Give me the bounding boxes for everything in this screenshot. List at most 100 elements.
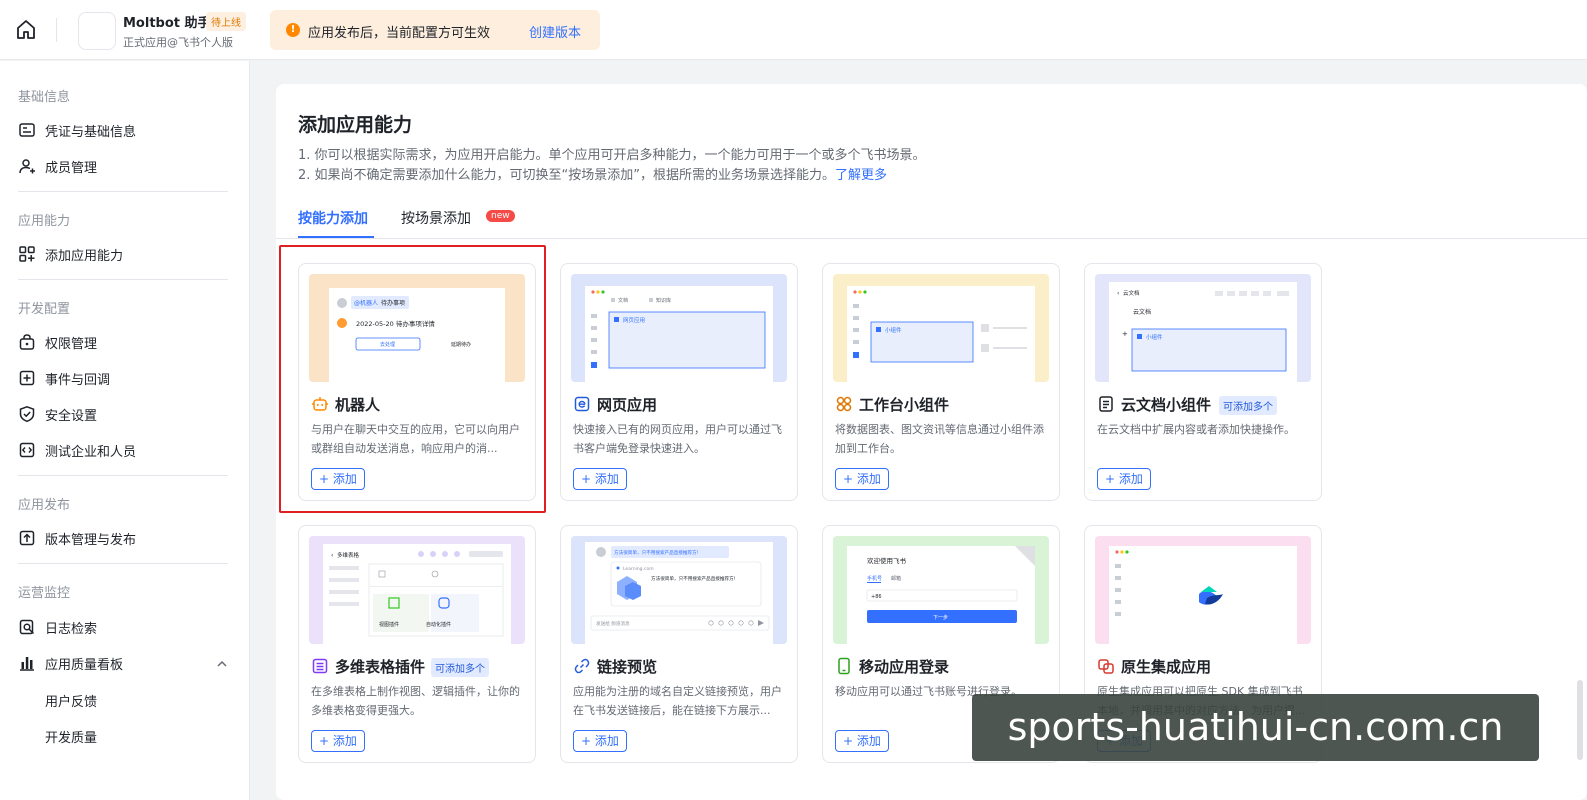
sidebar-item-label: 应用质量看板 [45,657,124,673]
svg-text:2022-05-20 待办事项详情: 2022-05-20 待办事项详情 [356,319,435,328]
sidebar-item-logs[interactable]: 日志检索 [18,613,228,641]
sidebar-divider [18,191,228,192]
robot-thumbnail: @机器人 待办事项 2022-05-20 待办事项详情 去处理 延期待办 [309,274,525,382]
svg-text:云文档: 云文档 [1123,289,1140,297]
svg-text:云文档: 云文档 [1133,308,1151,316]
link-icon [574,658,590,674]
sidebar-item-label: 测试企业和人员 [45,444,137,460]
description-line-1: 1. 你可以根据实际需求，为应用开启能力。单个应用可开启多种能力，一个能力可用于… [298,148,926,163]
sidebar: 基础信息 凭证与基础信息 成员管理 应用能力 添加应用能力 开发配置 权限管理 … [0,61,250,800]
card-description: 应用能为注册的域名自定义链接预览，用户在飞书发送链接后，能在链接下方展示... [573,685,782,717]
capability-card-robot[interactable]: @机器人 待办事项 2022-05-20 待办事项详情 去处理 延期待办 机器人… [298,263,536,501]
description-line-2: 2. 如果尚不确定需要添加什么能力，可切换至“按场景添加”，根据所需的业务场景选… [298,164,887,183]
svg-text:‹: ‹ [331,552,333,559]
grid-add-icon [19,246,35,262]
sidebar-item-add-capability[interactable]: 添加应用能力 [18,240,228,268]
card-title: 多维表格插件 [335,658,426,676]
link-preview-thumbnail: 方法很简单，只不用搜索产品直接推荐方! Learning.com 方法很简单，只… [571,536,787,644]
card-title: 链接预览 [597,658,658,676]
capability-card-web-app[interactable]: 文档 知识库 网页应用 网页应用 快速接入已有的网页应用，用户可以通过飞书客户端… [560,263,798,501]
card-description: 在云文档中扩展内容或者添加快捷操作。 [1097,423,1295,436]
sidebar-item-label: 事件与回调 [45,372,111,388]
mobile-icon [838,657,850,675]
sidebar-item-events[interactable]: 事件与回调 [18,364,228,392]
capability-card-link-preview[interactable]: 方法很简单，只不用搜索产品直接推荐方! Learning.com 方法很简单，只… [560,525,798,763]
capability-card-doc-widget[interactable]: ‹ 云文档 云文档 + 小组件 云文档小组件 可添加多个 在云文档中扩展内容或者… [1084,263,1322,501]
sidebar-item-label: 日志检索 [45,621,98,637]
sidebar-item-label: 凭证与基础信息 [45,124,137,140]
sidebar-item-security[interactable]: 安全设置 [18,400,228,428]
bar-chart-icon [20,657,34,671]
svg-text:小组件: 小组件 [885,326,902,334]
workplace-widget-thumbnail: 小组件 [833,274,1049,382]
sidebar-item-versions[interactable]: 版本管理与发布 [18,524,228,552]
app-subtitle: 正式应用@飞书个人版 [123,36,233,49]
card-description: 将数据图表、图文资讯等信息通过小组件添加到工作台。 [835,423,1044,455]
sidebar-item-permissions[interactable]: 权限管理 [18,328,228,356]
create-version-link[interactable]: 创建版本 [529,22,581,41]
home-icon[interactable] [14,18,38,42]
base-plugin-thumbnail: ‹ 多维表格 视图插件 自动化插件 [309,536,525,644]
sidebar-subitem-feedback[interactable]: 用户反馈 [45,691,97,710]
web-e-icon [574,396,590,412]
card-title: 网页应用 [597,396,658,414]
card-description: 快速接入已有的网页应用，用户可以通过飞书客户端免登录快速进入。 [573,423,782,455]
robot-icon [312,397,328,411]
tab-active-indicator [298,236,374,238]
add-base-plugin-button[interactable]: + 添加 [311,730,365,752]
sidebar-divider [18,563,228,564]
capability-card-workplace-widget[interactable]: 小组件 工作台小组件 将数据图表、图文资讯等信息通过小组件添加到工作台。 + 添… [822,263,1060,501]
warning-icon: ! [286,23,300,37]
capability-card-base-plugin[interactable]: ‹ 多维表格 视图插件 自动化插件 多维表格插件 可添加多个 在多维表格上制作视… [298,525,536,763]
sidebar-item-label: 添加应用能力 [45,248,124,264]
svg-text:+86: +86 [871,594,882,600]
svg-text:待办事项: 待办事项 [381,299,405,307]
svg-text:发送给 频道消息: 发送给 频道消息 [596,620,630,627]
add-doc-widget-button[interactable]: + 添加 [1097,468,1151,490]
multi-add-badge: 可添加多个 [431,658,489,677]
shield-icon [19,406,35,423]
doc-icon [1099,396,1113,412]
page-title: 添加应用能力 [298,114,413,136]
event-icon [19,370,35,386]
sidebar-item-credentials[interactable]: 凭证与基础信息 [18,116,228,144]
section-title-dev: 开发配置 [18,302,71,317]
sidebar-item-members[interactable]: 成员管理 [18,152,228,180]
card-description: 在多维表格上制作视图、逻辑插件，让你的多维表格变得更强大。 [311,685,520,717]
svg-text:方法很简单，只不用搜索产品直接推荐方!: 方法很简单，只不用搜索产品直接推荐方! [651,575,736,582]
add-workplace-widget-button[interactable]: + 添加 [835,468,889,490]
add-robot-button[interactable]: + 添加 [311,468,365,490]
top-divider [56,18,57,42]
svg-text:多维表格: 多维表格 [337,551,360,559]
add-link-preview-button[interactable]: + 添加 [573,730,627,752]
tab-by-capability[interactable]: 按能力添加 [298,208,368,228]
new-badge: new [486,210,515,222]
svg-text:手机号: 手机号 [867,575,882,582]
card-description: 与用户在聊天中交互的应用，它可以向用户或群组自动发送消息，响应用户的消... [311,423,520,455]
multi-add-badge: 可添加多个 [1219,396,1277,415]
add-web-app-button[interactable]: + 添加 [573,468,627,490]
sidebar-divider [18,475,228,476]
add-mobile-login-button[interactable]: + 添加 [835,730,889,752]
widget-icon [836,396,852,412]
web-app-thumbnail: 文档 知识库 网页应用 [571,274,787,382]
scrollbar[interactable] [1577,680,1583,760]
tab-by-scenario[interactable]: 按场景添加 [401,208,471,228]
sidebar-item-quality[interactable]: 应用质量看板 [18,649,228,677]
card-title: 移动应用登录 [859,658,950,676]
learn-more-link[interactable]: 了解更多 [835,168,887,183]
svg-text:Learning.com: Learning.com [623,566,654,572]
svg-text:延期待办: 延期待办 [451,341,471,348]
notice-text: 应用发布后，当前配置方可生效 [308,26,491,41]
chevron-up-icon[interactable] [216,658,228,670]
svg-text:知识库: 知识库 [656,297,671,304]
sidebar-item-label: 版本管理与发布 [45,532,137,548]
app-status-badge: 待上线 [206,12,246,31]
sidebar-item-test-users[interactable]: 测试企业和人员 [18,436,228,464]
section-title-release: 应用发布 [18,498,71,513]
sidebar-subitem-dev-quality[interactable]: 开发质量 [45,727,97,746]
sidebar-item-label: 安全设置 [45,408,98,424]
svg-text:小组件: 小组件 [1146,333,1163,341]
main-panel: 添加应用能力 1. 你可以根据实际需求，为应用开启能力。单个应用可开启多种能力，… [276,84,1587,800]
sidebar-item-label: 成员管理 [45,160,98,176]
